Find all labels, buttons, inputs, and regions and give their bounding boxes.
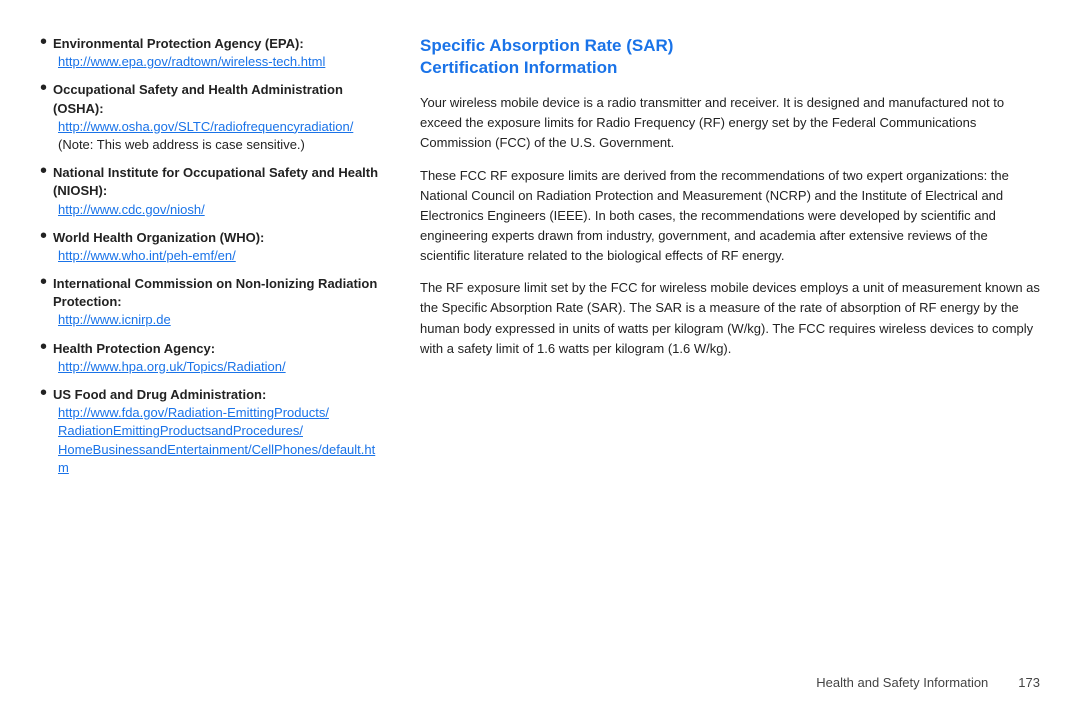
- bullet-item-header: • US Food and Drug Administration:: [40, 386, 380, 404]
- section-title: Specific Absorption Rate (SAR) Certifica…: [420, 35, 1040, 79]
- bullet-label: Health Protection Agency:: [53, 340, 215, 358]
- content-area: • Environmental Protection Agency (EPA):…: [40, 30, 1040, 665]
- bullet-note: (Note: This web address is case sensitiv…: [40, 136, 380, 154]
- bullet-dot: •: [40, 337, 47, 357]
- bullet-link3[interactable]: HomeBusinessandEntertainment/CellPhones/…: [40, 441, 380, 477]
- bullet-label: World Health Organization (WHO):: [53, 229, 264, 247]
- bullet-label: US Food and Drug Administration:: [53, 386, 266, 404]
- bullet-item-header: • Environmental Protection Agency (EPA):: [40, 35, 380, 53]
- footer-label: Health and Safety Information: [816, 675, 988, 690]
- bullet-link[interactable]: http://www.cdc.gov/niosh/: [40, 201, 380, 219]
- bullet-item-header: • Health Protection Agency:: [40, 340, 380, 358]
- list-item: • Health Protection Agency: http://www.h…: [40, 340, 380, 376]
- bullet-link[interactable]: http://www.fda.gov/Radiation-EmittingPro…: [40, 404, 380, 422]
- list-item: • National Institute for Occupational Sa…: [40, 164, 380, 219]
- bullet-item-header: • National Institute for Occupational Sa…: [40, 164, 380, 200]
- paragraph-1: Your wireless mobile device is a radio t…: [420, 93, 1040, 153]
- section-title-line2: Certification Information: [420, 58, 617, 77]
- footer-page: 173: [1018, 675, 1040, 690]
- list-item: • World Health Organization (WHO): http:…: [40, 229, 380, 265]
- list-item: • Environmental Protection Agency (EPA):…: [40, 35, 380, 71]
- section-title-line1: Specific Absorption Rate (SAR): [420, 36, 673, 55]
- bullet-label: Occupational Safety and Health Administr…: [53, 81, 380, 117]
- right-column: Specific Absorption Rate (SAR) Certifica…: [420, 30, 1040, 665]
- paragraph-2: These FCC RF exposure limits are derived…: [420, 166, 1040, 267]
- bullet-link[interactable]: http://www.epa.gov/radtown/wireless-tech…: [40, 53, 380, 71]
- bullet-dot: •: [40, 78, 47, 98]
- bullet-item-header: • International Commission on Non-Ionizi…: [40, 275, 380, 311]
- bullet-dot: •: [40, 383, 47, 403]
- bullet-dot: •: [40, 272, 47, 292]
- footer-area: Health and Safety Information 173: [40, 665, 1040, 690]
- bullet-label: Environmental Protection Agency (EPA):: [53, 35, 304, 53]
- bullet-dot: •: [40, 161, 47, 181]
- bullet-item-header: • Occupational Safety and Health Adminis…: [40, 81, 380, 117]
- bullet-label: International Commission on Non-Ionizing…: [53, 275, 380, 311]
- page-container: • Environmental Protection Agency (EPA):…: [0, 0, 1080, 720]
- bullet-link[interactable]: http://www.hpa.org.uk/Topics/Radiation/: [40, 358, 380, 376]
- bullet-link[interactable]: http://www.who.int/peh-emf/en/: [40, 247, 380, 265]
- bullet-link[interactable]: http://www.icnirp.de: [40, 311, 380, 329]
- list-item: • US Food and Drug Administration: http:…: [40, 386, 380, 477]
- paragraph-3: The RF exposure limit set by the FCC for…: [420, 278, 1040, 359]
- bullet-item-header: • World Health Organization (WHO):: [40, 229, 380, 247]
- bullet-list: • Environmental Protection Agency (EPA):…: [40, 35, 380, 477]
- left-column: • Environmental Protection Agency (EPA):…: [40, 30, 380, 665]
- bullet-dot: •: [40, 32, 47, 52]
- list-item: • Occupational Safety and Health Adminis…: [40, 81, 380, 154]
- bullet-dot: •: [40, 226, 47, 246]
- bullet-label: National Institute for Occupational Safe…: [53, 164, 380, 200]
- list-item: • International Commission on Non-Ionizi…: [40, 275, 380, 330]
- bullet-link2[interactable]: RadiationEmittingProductsandProcedures/: [40, 422, 380, 440]
- bullet-link[interactable]: http://www.osha.gov/SLTC/radiofrequencyr…: [40, 118, 380, 136]
